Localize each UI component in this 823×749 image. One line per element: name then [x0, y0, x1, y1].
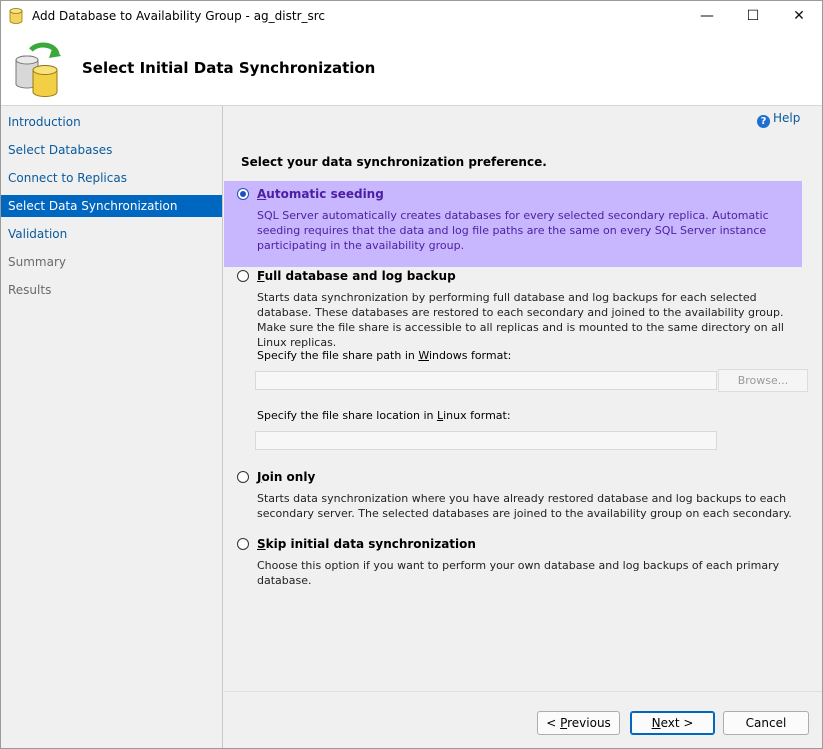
wizard-steps-sidebar: Introduction Select Databases Connect to…: [1, 106, 223, 748]
window-title: Add Database to Availability Group - ag_…: [32, 9, 326, 23]
minimize-button[interactable]: —: [684, 1, 730, 31]
full-backup-radio[interactable]: [237, 270, 249, 282]
sync-preference-prompt: Select your data synchronization prefere…: [241, 155, 547, 169]
label-text: ext >: [660, 716, 694, 730]
close-icon: ✕: [793, 8, 805, 24]
sidebar-item-select-data-synchronization[interactable]: Select Data Synchronization: [1, 195, 222, 217]
label-text: utomatic seeding: [266, 187, 384, 201]
linux-path-label: Specify the file share location in Linux…: [257, 409, 511, 422]
join-only-description: Starts data synchronization where you ha…: [257, 492, 792, 520]
skip-sync-radio[interactable]: [237, 538, 249, 550]
sidebar-item-label: Select Databases: [8, 143, 113, 157]
browse-button[interactable]: Browse...: [718, 369, 808, 392]
sidebar-item-validation[interactable]: Validation: [1, 223, 222, 245]
dialog-window: Add Database to Availability Group - ag_…: [0, 0, 823, 749]
label-text: ull database and log backup: [264, 269, 456, 283]
maximize-icon: ☐: [746, 8, 760, 24]
database-sync-icon: [15, 42, 61, 97]
sidebar-item-label: Select Data Synchronization: [8, 199, 178, 213]
next-button[interactable]: Next >: [630, 711, 715, 735]
sidebar-item-select-databases[interactable]: Select Databases: [1, 139, 222, 161]
database-icon: [9, 8, 23, 24]
option-join-only: Join only Starts data synchronization wh…: [224, 468, 802, 528]
close-button[interactable]: ✕: [776, 1, 822, 31]
option-automatic-seeding[interactable]: Automatic seeding SQL Server automatical…: [224, 181, 802, 267]
windows-path-label: Specify the file share path in Windows f…: [257, 349, 511, 362]
main-panel: ? Help Select your data synchronization p…: [224, 106, 822, 748]
full-backup-label[interactable]: Full database and log backup: [257, 269, 456, 283]
automatic-seeding-radio[interactable]: [237, 188, 249, 200]
previous-button[interactable]: < Previous: [537, 711, 620, 735]
label-text: kip initial data synchronization: [265, 537, 476, 551]
windows-path-input[interactable]: [255, 371, 717, 390]
sidebar-item-label: Introduction: [8, 115, 81, 129]
access-key: N: [651, 716, 661, 730]
access-key: A: [257, 187, 267, 201]
title-bar: Add Database to Availability Group - ag_…: [1, 1, 822, 31]
access-key: F: [257, 269, 265, 283]
help-link[interactable]: ? Help: [757, 111, 800, 128]
label-text: revious: [567, 716, 611, 730]
footer-divider: [224, 691, 822, 692]
linux-path-input[interactable]: [255, 431, 717, 450]
option-full-backup: Full database and log backup Starts data…: [224, 267, 808, 457]
access-key: W: [418, 349, 429, 362]
help-label: Help: [773, 111, 801, 125]
label-text: oin only: [261, 470, 316, 484]
minimize-icon: —: [700, 8, 714, 24]
page-title: Select Initial Data Synchronization: [82, 59, 376, 77]
skip-sync-label[interactable]: Skip initial data synchronization: [257, 537, 476, 551]
sidebar-item-results: Results: [1, 279, 222, 301]
access-key: S: [257, 537, 266, 551]
question-circle-icon: ?: [757, 115, 770, 128]
sidebar-item-introduction[interactable]: Introduction: [1, 111, 222, 133]
automatic-seeding-label[interactable]: Automatic seeding: [257, 187, 384, 201]
header-banner: Select Initial Data Synchronization: [1, 31, 822, 106]
maximize-button[interactable]: ☐: [730, 1, 776, 31]
sidebar-item-label: Summary: [8, 255, 66, 269]
label-text: indows format:: [428, 349, 512, 362]
label-text: Specify the file share path in: [257, 349, 419, 362]
label-text: <: [546, 716, 561, 730]
full-backup-description: Starts data synchronization by performin…: [257, 291, 784, 349]
join-only-radio[interactable]: [237, 471, 249, 483]
sidebar-item-label: Results: [8, 283, 52, 297]
label-text: Specify the file share location in: [257, 409, 437, 422]
sidebar-item-connect-to-replicas[interactable]: Connect to Replicas: [1, 167, 222, 189]
cancel-button[interactable]: Cancel: [723, 711, 809, 735]
label-text: inux format:: [443, 409, 511, 422]
automatic-seeding-description: SQL Server automatically creates databas…: [257, 209, 769, 252]
join-only-label[interactable]: Join only: [257, 470, 315, 484]
option-skip-sync: Skip initial data synchronization Choose…: [224, 535, 802, 595]
sidebar-item-label: Connect to Replicas: [8, 171, 127, 185]
skip-sync-description: Choose this option if you want to perfor…: [257, 559, 780, 587]
sidebar-item-summary: Summary: [1, 251, 222, 273]
sidebar-item-label: Validation: [8, 227, 68, 241]
